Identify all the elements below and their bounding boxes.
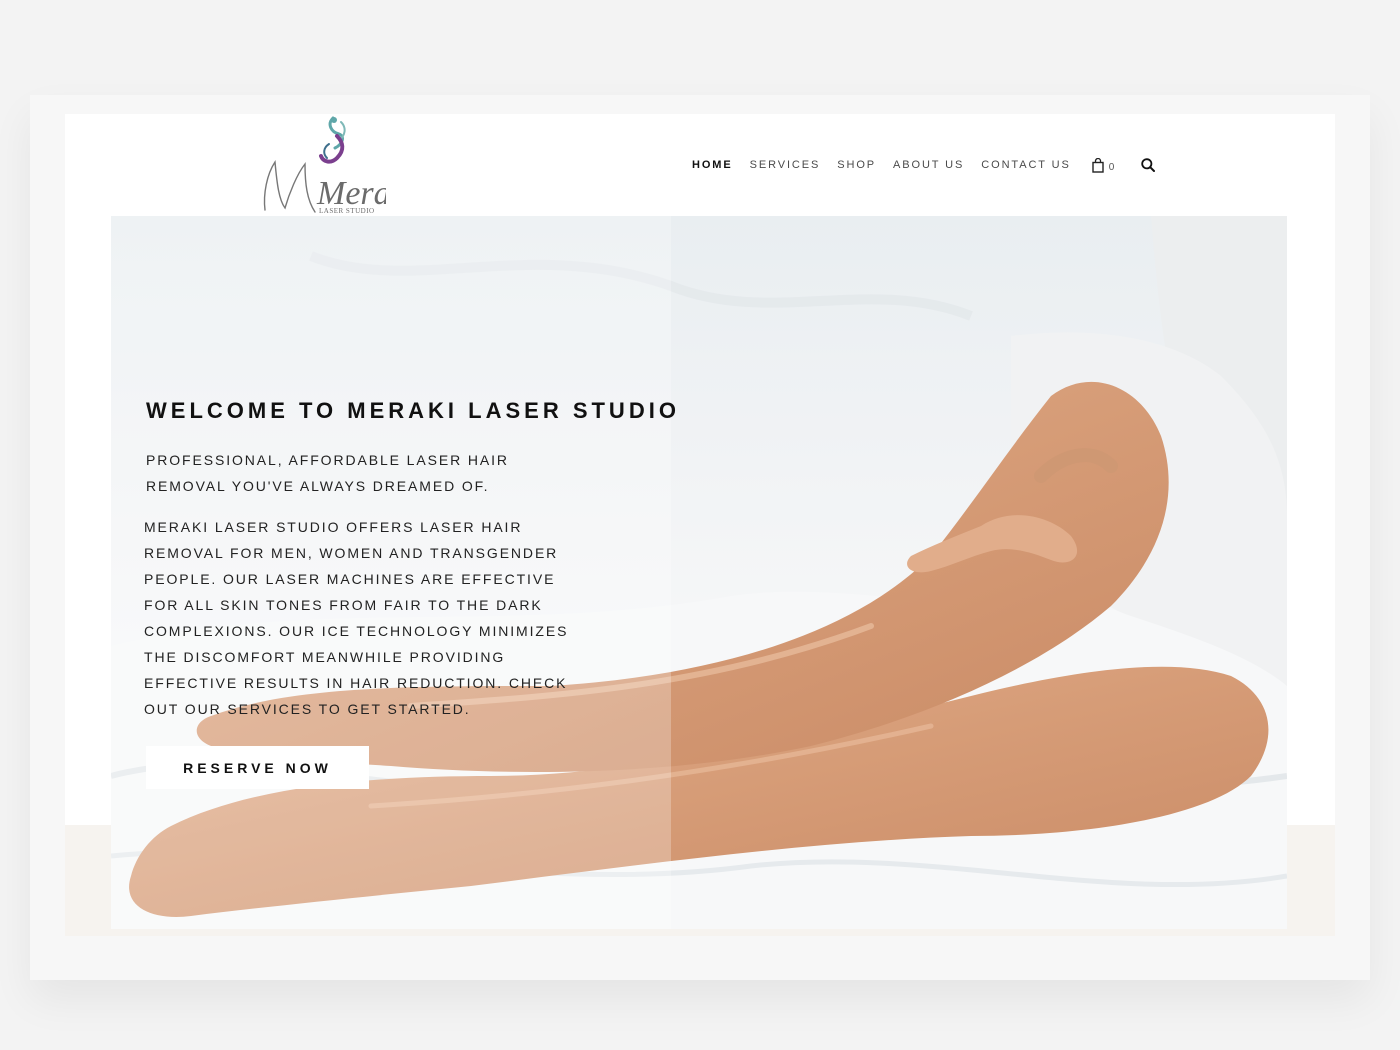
nav-home[interactable]: HOME xyxy=(692,159,733,171)
logo-subtext: LASER STUDIO xyxy=(319,207,375,215)
hero-subtitle: PROFESSIONAL, AFFORDABLE LASER HAIR REMO… xyxy=(146,452,509,494)
website-viewport: Meraki LASER STUDIO HOME SERVICES SHOP A… xyxy=(65,114,1335,936)
search-icon xyxy=(1141,158,1156,172)
site-logo[interactable]: Meraki LASER STUDIO xyxy=(261,114,386,216)
cart-button[interactable]: 0 xyxy=(1092,157,1116,173)
hero-description: MERAKI LASER STUDIO OFFERS LASER HAIR RE… xyxy=(144,519,569,717)
main-nav: HOME SERVICES SHOP ABOUT US CONTACT US 0 xyxy=(692,157,1156,173)
shopping-bag-icon xyxy=(1092,157,1104,173)
nav-about-us[interactable]: ABOUT US xyxy=(893,159,964,171)
hero-section: WELCOME TO MERAKI LASER STUDIO PROFESSIO… xyxy=(111,216,1287,929)
cart-count: 0 xyxy=(1108,161,1116,173)
logo-graphic: Meraki LASER STUDIO xyxy=(263,116,386,215)
nav-services[interactable]: SERVICES xyxy=(750,159,821,171)
nav-contact-us[interactable]: CONTACT US xyxy=(981,159,1071,171)
search-button[interactable] xyxy=(1141,158,1156,172)
nav-shop[interactable]: SHOP xyxy=(837,159,876,171)
reserve-now-button[interactable]: RESERVE NOW xyxy=(146,746,369,789)
hero-title: WELCOME TO MERAKI LASER STUDIO xyxy=(146,398,680,423)
